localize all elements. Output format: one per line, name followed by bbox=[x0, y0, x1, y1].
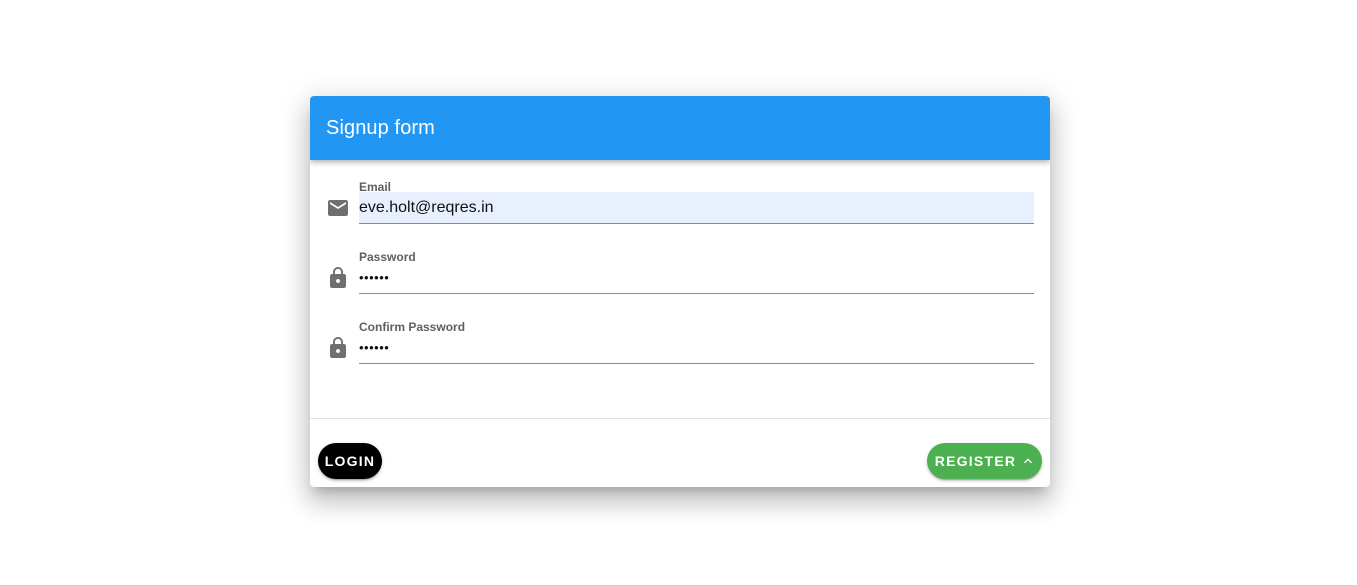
login-button-label: LOGIN bbox=[324, 453, 376, 469]
chevron-up-icon bbox=[1024, 458, 1033, 464]
password-input[interactable]: •••••• bbox=[359, 262, 1034, 294]
password-field-group: Password •••••• bbox=[310, 250, 1050, 310]
signup-card: Signup form Email eve.holt@reqres.in Pas… bbox=[310, 96, 1050, 487]
confirm-password-field-group: Confirm Password •••••• bbox=[310, 320, 1050, 380]
email-icon bbox=[328, 200, 348, 216]
lock-icon bbox=[330, 267, 346, 288]
email-input[interactable]: eve.holt@reqres.in bbox=[359, 192, 1034, 224]
confirm-password-input[interactable]: •••••• bbox=[359, 332, 1034, 364]
register-button-label: REGISTER bbox=[934, 453, 1017, 469]
form-title: Signup form bbox=[326, 116, 435, 139]
login-button[interactable]: LOGIN bbox=[318, 443, 382, 479]
card-actions-divider bbox=[310, 418, 1050, 419]
email-field-group: Email eve.holt@reqres.in bbox=[310, 180, 1050, 240]
register-button[interactable]: REGISTER bbox=[927, 443, 1042, 479]
lock-icon bbox=[330, 337, 346, 358]
card-toolbar: Signup form bbox=[310, 96, 1050, 160]
